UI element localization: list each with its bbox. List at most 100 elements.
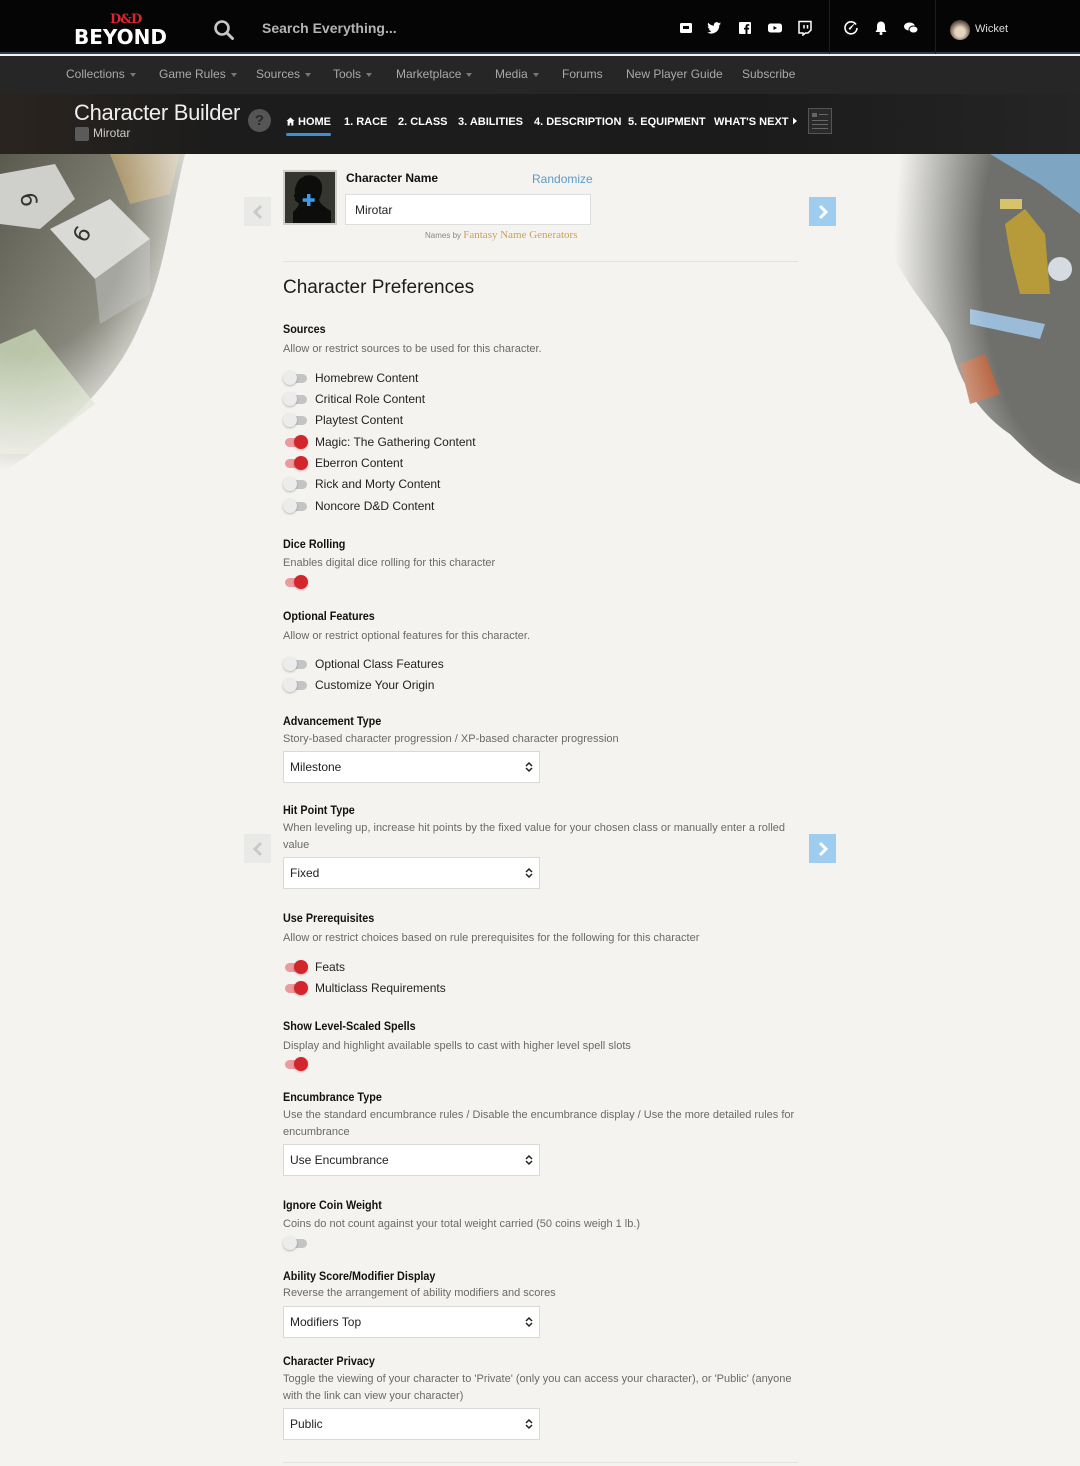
toggle-rick-and-morty-content[interactable]: Rick and Morty Content [283,475,440,493]
tab-home[interactable]: HOME [286,116,331,136]
toggle-noncore-content[interactable]: Noncore D&D Content [283,497,434,515]
toggle-switch[interactable] [283,499,308,513]
toggle-mtg-content[interactable]: Magic: The Gathering Content [283,433,476,451]
toggle-switch[interactable] [283,960,308,974]
next-step-button[interactable] [809,834,836,863]
toggle-switch[interactable] [283,392,308,406]
encumbrance-heading: Encumbrance Type [283,1090,382,1104]
tab-label: HOME [298,116,331,128]
previous-step-button[interactable] [244,197,271,226]
encumbrance-type-select[interactable]: Use Encumbrance [283,1144,540,1176]
nav-forums[interactable]: Forums [562,67,603,81]
randomize-button[interactable]: Randomize [532,172,593,186]
optional-features-heading: Optional Features [283,609,375,623]
toggle-playtest-content[interactable]: Playtest Content [283,411,403,429]
compass-icon[interactable] [843,20,859,36]
divider [935,0,936,54]
caret-right-icon [792,117,797,125]
fantasy-name-generators-link[interactable]: Fantasy Name Generators [463,229,577,241]
dice-rolling-heading: Dice Rolling [283,537,346,551]
toggle-critical-role-content[interactable]: Critical Role Content [283,390,425,408]
next-step-button[interactable] [809,197,836,226]
nav-game-rules[interactable]: Game Rules [159,67,237,81]
facebook-icon[interactable] [737,20,753,36]
tab-race[interactable]: 1. RACE [344,116,387,128]
toggle-switch[interactable] [283,413,308,427]
discord-icon[interactable] [678,20,694,36]
previous-step-button[interactable] [244,834,271,863]
user-name[interactable]: Wicket [975,23,1008,35]
nav-subscribe[interactable]: Subscribe [742,67,795,81]
hit-point-heading: Hit Point Type [283,803,355,817]
ability-display-select[interactable]: Modifiers Top [283,1306,540,1338]
toggle-ignore-coin-weight[interactable] [283,1234,315,1252]
toggle-switch[interactable] [283,435,308,449]
nav-marketplace[interactable]: Marketplace [396,67,473,81]
select-value: Public [290,1417,323,1431]
toggle-feats[interactable]: Feats [283,958,345,976]
tab-description[interactable]: 4. DESCRIPTION [534,116,621,128]
toggle-switch[interactable] [283,1236,308,1250]
nav-sources[interactable]: Sources [256,67,312,81]
search-icon[interactable] [213,19,235,41]
select-value: Milestone [290,760,342,774]
select-value: Use Encumbrance [290,1153,389,1167]
toggle-switch[interactable] [283,678,308,692]
advancement-type-select[interactable]: Milestone [283,751,540,783]
character-portrait-upload[interactable] [283,170,337,225]
nav-tools[interactable]: Tools [333,67,373,81]
main-navigation: Collections Game Rules Sources Tools Mar… [0,56,1080,94]
toggle-switch[interactable] [283,981,308,995]
toggle-switch[interactable] [283,575,308,589]
optional-features-description: Allow or restrict optional features for … [283,630,530,642]
character-privacy-select[interactable]: Public [283,1408,540,1440]
tab-equipment[interactable]: 5. EQUIPMENT [628,116,706,128]
toggle-level-scaled-spells[interactable] [283,1055,315,1073]
tab-abilities[interactable]: 3. ABILITIES [458,116,523,128]
character-sheet-icon[interactable] [808,108,832,134]
dice-artwork: 6 6 [0,154,250,484]
toggle-eberron-content[interactable]: Eberron Content [283,454,403,472]
hit-point-description: When leveling up, increase hit points by… [283,822,785,851]
twitter-icon[interactable] [706,20,722,36]
toggle-switch[interactable] [283,371,308,385]
youtube-icon[interactable] [767,20,783,36]
toggle-label: Homebrew Content [315,371,419,385]
bell-icon[interactable] [873,20,889,36]
toggle-switch[interactable] [283,1057,308,1071]
toggle-switch[interactable] [283,657,308,671]
chat-icon[interactable] [903,20,919,36]
hit-point-type-select[interactable]: Fixed [283,857,540,889]
caret-down-icon [305,72,312,77]
toggle-label: Critical Role Content [315,392,426,406]
user-avatar[interactable] [950,20,970,40]
nav-media[interactable]: Media [495,67,539,81]
nav-new-player-guide[interactable]: New Player Guide [626,67,723,81]
toggle-multiclass-requirements[interactable]: Multiclass Requirements [283,979,446,997]
coin-weight-heading: Ignore Coin Weight [283,1198,382,1212]
tab-class[interactable]: 2. CLASS [398,116,448,128]
toggle-homebrew-content[interactable]: Homebrew Content [283,369,418,387]
tab-whats-next[interactable]: WHAT'S NEXT [714,116,798,128]
names-by-label: Names by [425,231,462,240]
nav-collections[interactable]: Collections [66,67,136,81]
toggle-optional-class-features[interactable]: Optional Class Features [283,655,444,673]
help-icon[interactable]: ? [248,109,271,132]
character-name-input[interactable] [345,194,591,225]
toggle-switch[interactable] [283,477,308,491]
dndbeyond-logo[interactable]: D&D BEYOND [74,12,178,49]
prerequisites-description: Allow or restrict choices based on rule … [283,932,700,944]
toggle-label: Feats [315,960,346,974]
select-value: Modifiers Top [290,1315,362,1329]
nav-label: Tools [333,67,362,81]
toggle-customize-origin[interactable]: Customize Your Origin [283,676,434,694]
divider [829,0,830,54]
caret-down-icon [230,72,237,77]
toggle-switch[interactable] [283,456,308,470]
level-scaled-description: Display and highlight available spells t… [283,1040,631,1052]
search-input[interactable] [262,14,642,42]
toggle-dice-rolling[interactable] [283,573,315,591]
ability-display-description: Reverse the arrangement of ability modif… [283,1287,556,1299]
privacy-heading: Character Privacy [283,1354,375,1368]
twitch-icon[interactable] [797,20,813,36]
